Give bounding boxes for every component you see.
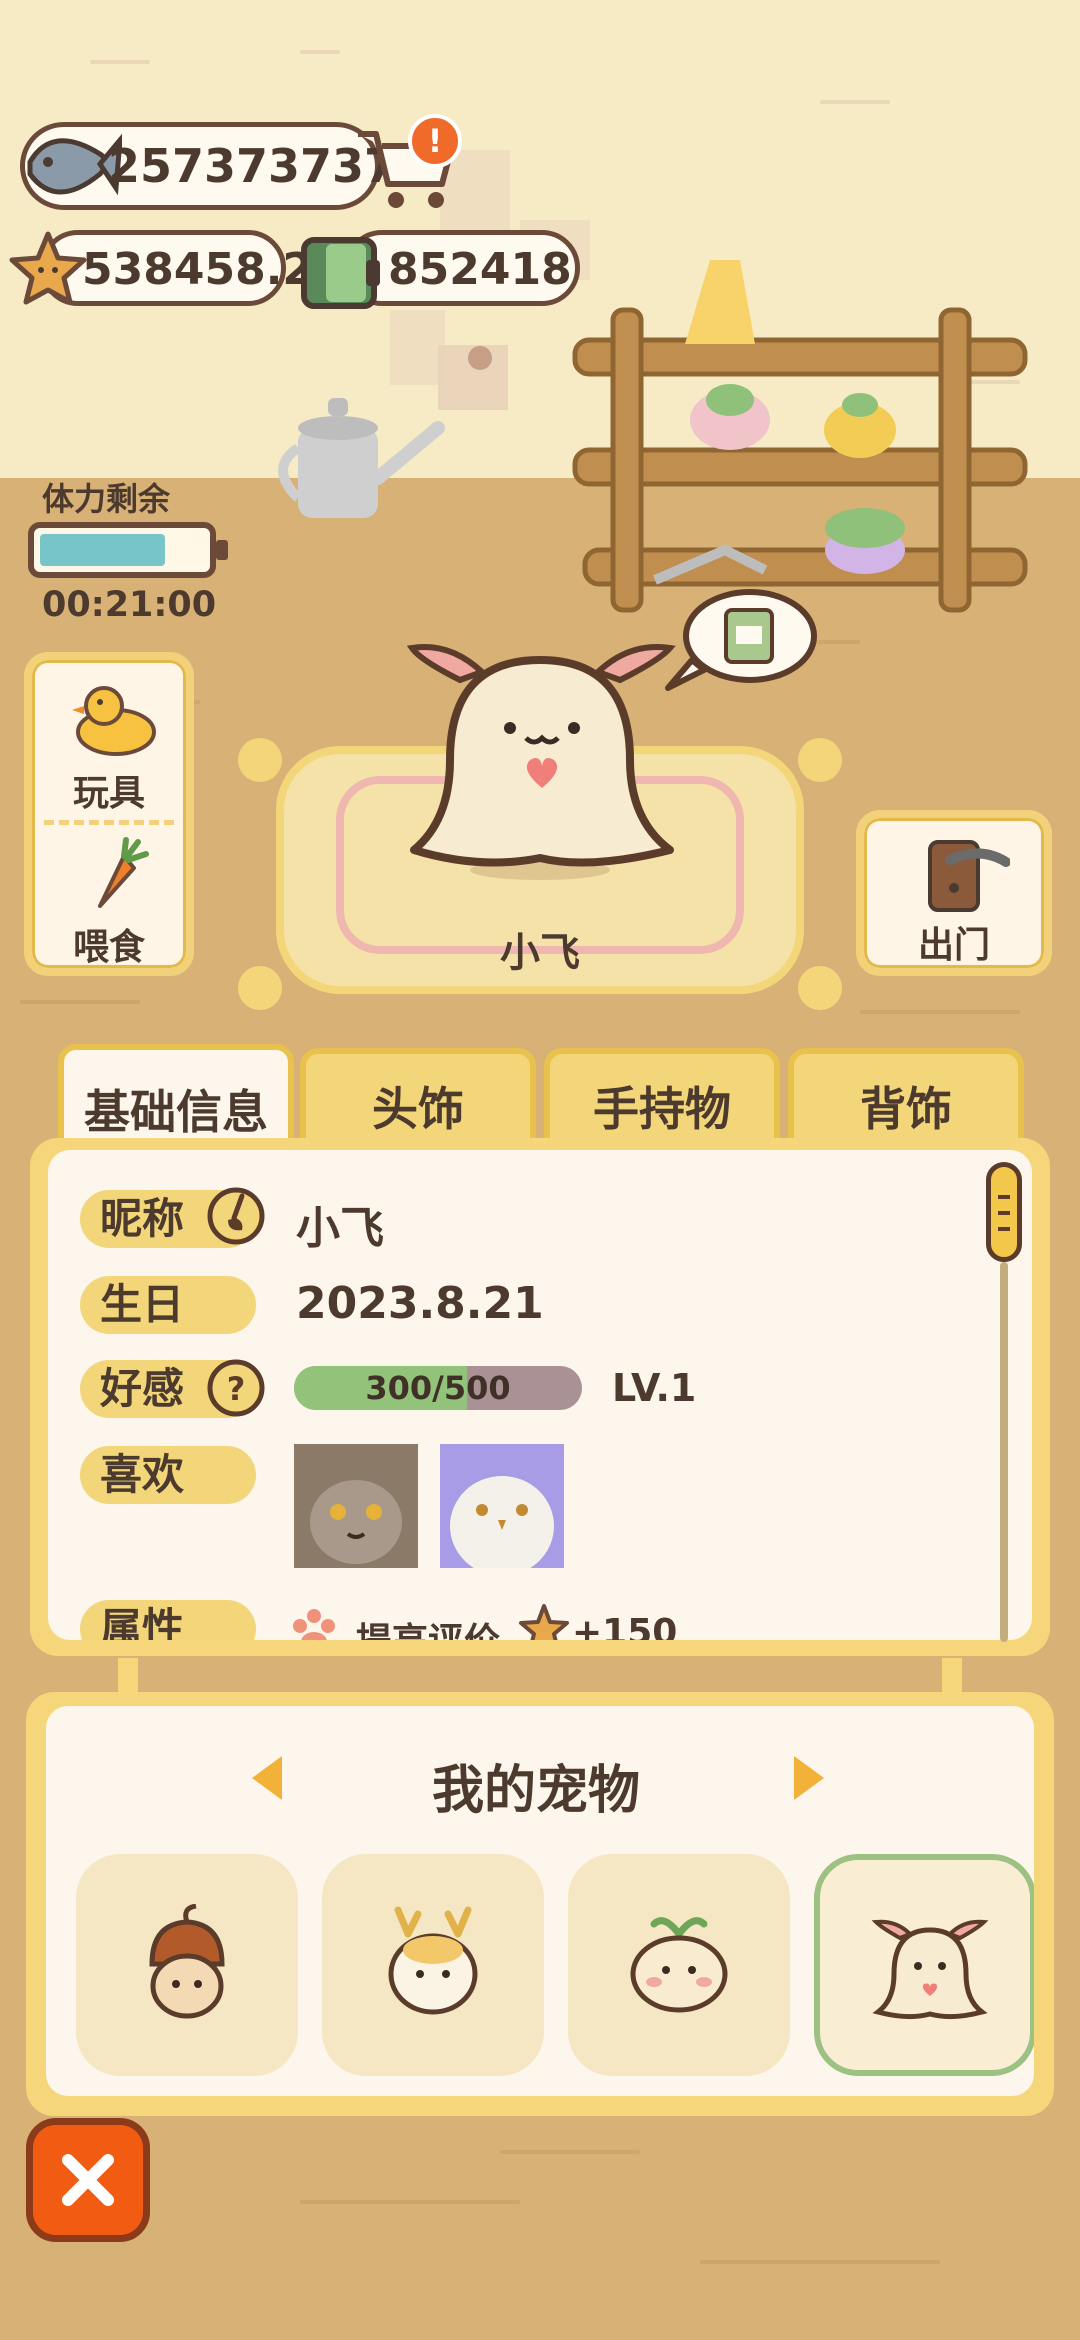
panel-connector bbox=[118, 1658, 138, 1694]
info-panel: 昵称 小飞 生日 2023.8.21 好感 ? 300/500 LV.1 喜欢 … bbox=[30, 1138, 1050, 1656]
edit-nickname-button[interactable] bbox=[206, 1186, 266, 1246]
pet-name-label: 小飞 bbox=[500, 930, 580, 976]
wall-decoration bbox=[90, 60, 150, 64]
toy-button[interactable]: 玩具 bbox=[32, 660, 186, 814]
floor-line bbox=[20, 1000, 140, 1004]
star-icon bbox=[9, 231, 87, 305]
sprout-pet-icon bbox=[630, 1917, 728, 2013]
panel-connector bbox=[942, 1658, 962, 1694]
attribute-label: 属性 bbox=[80, 1600, 256, 1640]
birthday-label: 生日 bbox=[80, 1276, 256, 1334]
close-icon bbox=[62, 2154, 114, 2206]
scrollbar-track bbox=[1000, 1262, 1008, 1642]
go-out-label: 出门 bbox=[917, 925, 990, 966]
shop-alert-badge: ! bbox=[408, 114, 462, 168]
go-out-button[interactable]: 出门 bbox=[856, 810, 1052, 976]
pet-slot-4-selected[interactable] bbox=[814, 1854, 1034, 2076]
pet-slot-2[interactable] bbox=[322, 1854, 544, 2076]
feed-button[interactable]: 喂食 bbox=[32, 826, 186, 972]
affinity-level: LV.1 bbox=[612, 1366, 697, 1410]
cat-image bbox=[294, 1444, 418, 1568]
wooden-shelf bbox=[572, 260, 1028, 613]
side-panel-divider bbox=[44, 820, 174, 825]
affinity-progress-bar: 300/500 bbox=[294, 1366, 582, 1410]
question-icon: ? bbox=[207, 1359, 265, 1417]
likes-label: 喜欢 bbox=[80, 1446, 256, 1504]
thumb-grip bbox=[998, 1227, 1010, 1231]
side-action-panel: 玩具 喂食 bbox=[24, 652, 194, 976]
thumb-grip bbox=[998, 1211, 1010, 1215]
nickname-value: 小飞 bbox=[296, 1203, 384, 1254]
door-handle-icon bbox=[928, 840, 1010, 912]
prev-page-arrow-icon[interactable] bbox=[252, 1756, 282, 1800]
pet-slot-1[interactable] bbox=[76, 1854, 298, 2076]
next-page-arrow-icon[interactable] bbox=[794, 1756, 824, 1800]
liked-item-owl[interactable] bbox=[440, 1444, 564, 1576]
floor-line bbox=[860, 1010, 1020, 1014]
my-pets-panel: 我的宠物 bbox=[26, 1692, 1054, 2116]
stamina-bar-nub bbox=[216, 540, 228, 560]
liked-item-cat[interactable] bbox=[294, 1444, 418, 1568]
brush-icon bbox=[207, 1187, 265, 1245]
fish-icon bbox=[27, 133, 122, 196]
game-screen: 2573737372 ! 538458.2 852418 体力剩余 00:21:… bbox=[0, 0, 1080, 2340]
my-pets-content: 我的宠物 bbox=[46, 1706, 1034, 2096]
info-scrollbar[interactable] bbox=[986, 1162, 1022, 1642]
floor-line bbox=[300, 2200, 520, 2204]
wallet-icon bbox=[301, 237, 380, 309]
wall-decoration bbox=[300, 50, 340, 54]
info-panel-content: 昵称 小飞 生日 2023.8.21 好感 ? 300/500 LV.1 喜欢 … bbox=[48, 1150, 1032, 1640]
floor-line bbox=[500, 2150, 640, 2154]
thought-bubble bbox=[665, 589, 817, 691]
star-amount: 538458.2 bbox=[82, 244, 314, 295]
ghost-pet-icon bbox=[871, 1919, 989, 2020]
scrollbar-thumb[interactable] bbox=[986, 1162, 1022, 1262]
thumb-grip bbox=[998, 1195, 1010, 1199]
stamina-fill bbox=[40, 534, 165, 566]
my-pets-title: 我的宠物 bbox=[431, 1761, 640, 1821]
watering-can bbox=[278, 398, 445, 518]
cash-amount: 852418 bbox=[388, 244, 572, 295]
stamina-bar bbox=[28, 522, 228, 578]
wall-decoration bbox=[820, 100, 890, 104]
carrot-icon bbox=[98, 837, 149, 908]
owl-image bbox=[440, 1444, 564, 1576]
attribute-effect: 提高评价 bbox=[356, 1612, 500, 1640]
star-icon bbox=[519, 1604, 569, 1640]
antler-pet-icon bbox=[388, 1906, 478, 2015]
paw-icon bbox=[293, 1609, 335, 1640]
affinity-help-button[interactable]: ? bbox=[206, 1358, 266, 1418]
toy-label: 玩具 bbox=[72, 773, 145, 814]
affinity-value: 300/500 bbox=[365, 1369, 511, 1407]
birthday-value: 2023.8.21 bbox=[296, 1278, 544, 1329]
duck-icon bbox=[72, 686, 156, 756]
stamina-timer: 00:21:00 bbox=[42, 585, 217, 625]
attribute-bonus: +150 bbox=[572, 1612, 678, 1640]
close-button[interactable] bbox=[26, 2118, 150, 2242]
svg-text:?: ? bbox=[227, 1370, 246, 1408]
acorn-pet-icon bbox=[149, 1904, 225, 2019]
feed-label: 喂食 bbox=[72, 927, 145, 968]
pet-slot-3[interactable] bbox=[568, 1854, 790, 2076]
floor-line bbox=[700, 2260, 940, 2264]
stamina-label: 体力剩余 bbox=[42, 480, 171, 518]
